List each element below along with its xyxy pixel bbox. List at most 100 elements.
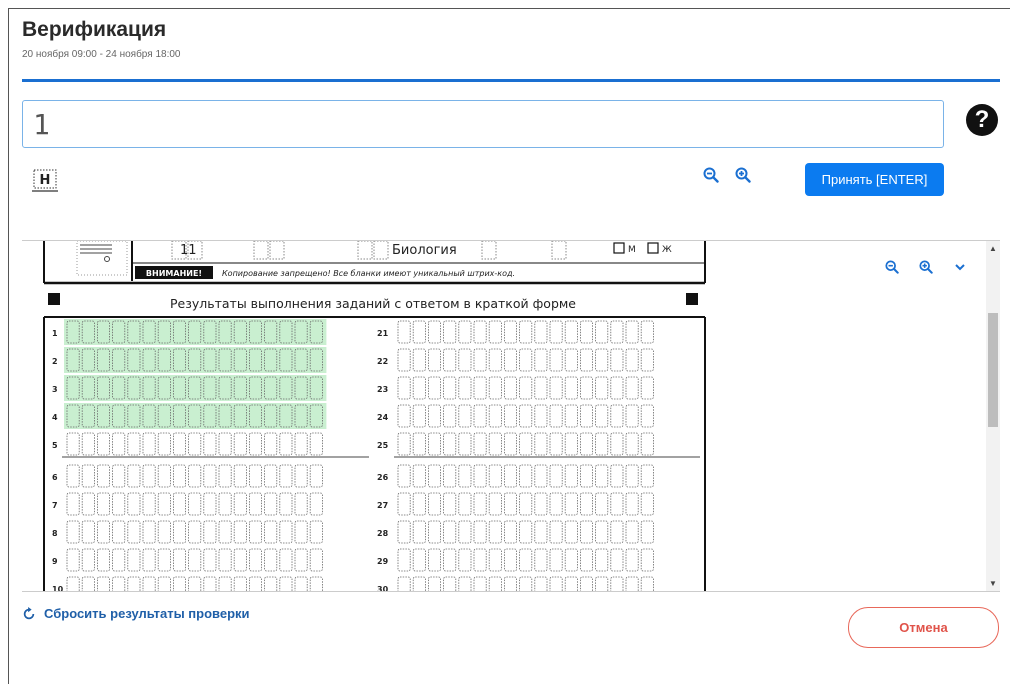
- answer-cell: [488, 432, 502, 456]
- answer-cell: [549, 520, 563, 544]
- answer-cell: [640, 348, 654, 372]
- answer-cell: [534, 376, 548, 400]
- answer-cell: [66, 576, 80, 591]
- answer-cell: [112, 432, 126, 456]
- viewer-zoom-in-icon[interactable]: [916, 257, 936, 277]
- answer-cell: [564, 548, 578, 572]
- answer-cell: [142, 520, 156, 544]
- answer-cell: [81, 520, 95, 544]
- row-number: 4: [52, 413, 58, 422]
- accept-button[interactable]: Принять [ENTER]: [805, 163, 944, 196]
- answer-cell: [534, 520, 548, 544]
- gender-m-label: М: [628, 245, 636, 255]
- answer-cell: [610, 576, 624, 591]
- answer-cell: [580, 520, 594, 544]
- answer-cell: [625, 492, 639, 516]
- left-answer-row: 9: [52, 548, 323, 572]
- question-circle-icon[interactable]: ?: [966, 104, 998, 136]
- answer-cell: [112, 464, 126, 488]
- answer-cell: [503, 520, 517, 544]
- form-header-band: 11 Биология М Ж ВНИМАНИЕ! Копирование за…: [43, 241, 706, 285]
- right-answer-row: 23: [377, 376, 654, 400]
- answer-cell: [503, 548, 517, 572]
- answer-cell: [427, 376, 441, 400]
- answer-cell: [188, 576, 202, 591]
- answer-cell: [172, 432, 186, 456]
- cancel-button[interactable]: Отмена: [848, 607, 999, 648]
- answer-cell: [188, 492, 202, 516]
- answer-cell: [534, 548, 548, 572]
- answer-cell: [610, 548, 624, 572]
- answer-cell: [625, 464, 639, 488]
- answer-cell: [534, 492, 548, 516]
- answer-cell: [264, 520, 278, 544]
- answer-cell: [473, 404, 487, 428]
- answer-cell: [610, 520, 624, 544]
- answer-cell: [473, 348, 487, 372]
- answer-input[interactable]: [22, 100, 944, 148]
- answer-cell: [564, 348, 578, 372]
- row-number: 23: [377, 385, 388, 394]
- answer-cell: [640, 548, 654, 572]
- answer-cell: [233, 432, 247, 456]
- answer-cell: [519, 548, 533, 572]
- answer-cell: [580, 376, 594, 400]
- answer-cell: [625, 432, 639, 456]
- scroll-down-icon[interactable]: ▼: [989, 579, 997, 588]
- answer-cell: [66, 492, 80, 516]
- answer-cell: [610, 376, 624, 400]
- answer-cell: [488, 492, 502, 516]
- answer-cell: [549, 464, 563, 488]
- answer-cell: [294, 492, 308, 516]
- scroll-thumb[interactable]: [988, 313, 998, 427]
- viewer-scrollbar[interactable]: ▲ ▼: [986, 241, 1000, 591]
- answer-cell: [595, 404, 609, 428]
- answer-cell: [66, 520, 80, 544]
- class-value: 11: [180, 243, 197, 258]
- answer-cell: [519, 520, 533, 544]
- answer-cell: [458, 520, 472, 544]
- row-number: 26: [377, 473, 389, 482]
- answer-cell: [564, 492, 578, 516]
- answer-cell: [564, 404, 578, 428]
- answer-cell: [640, 492, 654, 516]
- answer-cell: [412, 520, 426, 544]
- header-divider: [22, 79, 1000, 82]
- answer-cell: [172, 520, 186, 544]
- answer-cell: [218, 432, 232, 456]
- answer-cell: [233, 492, 247, 516]
- answer-cell: [458, 492, 472, 516]
- answer-cell: [294, 576, 308, 591]
- answer-cell: [640, 404, 654, 428]
- right-answer-row: 29: [377, 548, 654, 572]
- answer-cell: [294, 520, 308, 544]
- right-answer-row: 22: [377, 348, 654, 372]
- answer-cell: [473, 548, 487, 572]
- answer-cell: [66, 464, 80, 488]
- answer-cell: [397, 464, 411, 488]
- answer-cell: [443, 492, 457, 516]
- answer-cell: [488, 520, 502, 544]
- answer-cell: [264, 576, 278, 591]
- answer-cell: [610, 320, 624, 344]
- anchor-mark-right: [686, 293, 698, 305]
- scan-viewer[interactable]: 11 Биология М Ж ВНИМАНИЕ! Копирование за…: [22, 240, 1000, 592]
- reset-results-link[interactable]: Сбросить результаты проверки: [22, 606, 250, 621]
- row-number: 5: [52, 441, 58, 450]
- answer-cell: [625, 404, 639, 428]
- zoom-out-icon[interactable]: [701, 165, 721, 185]
- answer-cell: [427, 404, 441, 428]
- answer-cell: [279, 492, 293, 516]
- answer-cell: [218, 492, 232, 516]
- answer-cell: [519, 404, 533, 428]
- zoom-in-icon[interactable]: [733, 165, 753, 185]
- viewer-zoom-out-icon[interactable]: [882, 257, 902, 277]
- answer-cell: [595, 348, 609, 372]
- left-answer-row: 4: [52, 403, 327, 429]
- answer-cell: [488, 464, 502, 488]
- answer-cell: [248, 432, 262, 456]
- answer-cell: [81, 464, 95, 488]
- warning-tag: ВНИМАНИЕ!: [146, 269, 202, 278]
- scroll-up-icon[interactable]: ▲: [989, 244, 997, 253]
- chevron-down-icon[interactable]: [950, 257, 970, 277]
